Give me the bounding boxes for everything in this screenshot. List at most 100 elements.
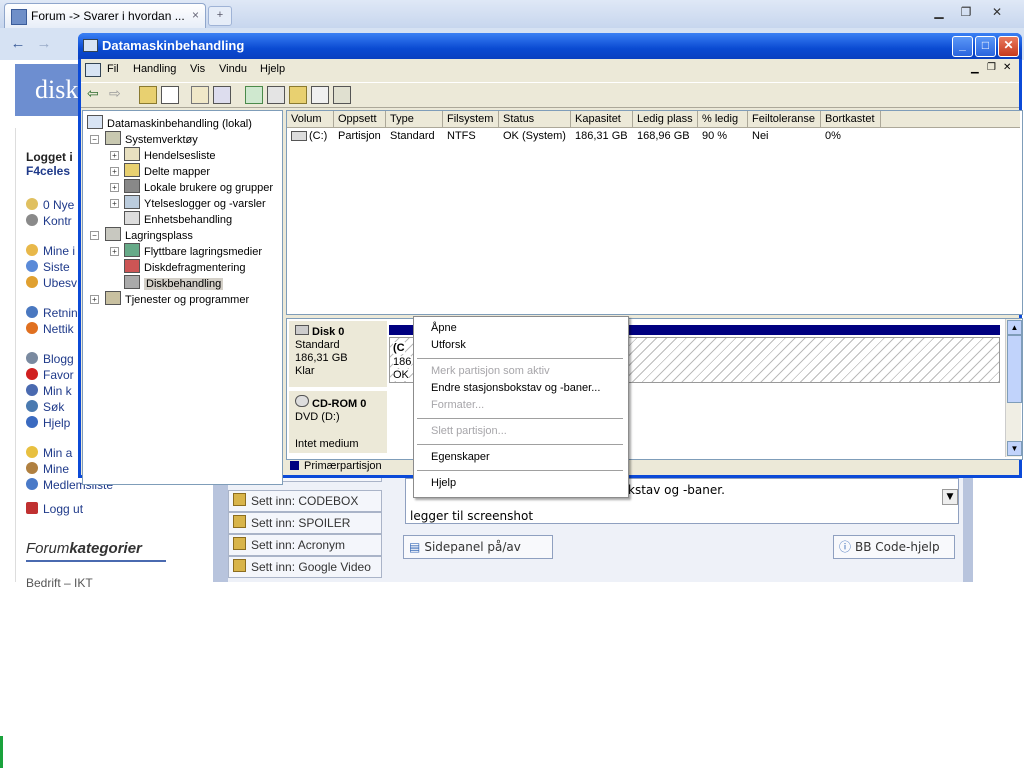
scroll-down-icon[interactable]: ▼ xyxy=(1007,441,1022,456)
open-folder-icon[interactable] xyxy=(289,86,307,104)
sidebar-item-icon xyxy=(26,322,38,334)
sidebar-item[interactable]: Ubesv xyxy=(26,276,77,290)
menu-item-help[interactable]: Hjelp xyxy=(431,477,456,489)
collapse-icon[interactable]: − xyxy=(90,135,99,144)
column-header[interactable]: Ledig plass xyxy=(633,111,698,127)
sidebar-item[interactable]: Min a xyxy=(26,446,72,460)
logout-link[interactable]: Logg ut xyxy=(26,502,83,516)
column-header[interactable]: Filsystem xyxy=(443,111,499,127)
menu-item-open[interactable]: Åpne xyxy=(431,322,457,334)
expand-icon[interactable]: + xyxy=(110,247,119,256)
sidebar-item[interactable]: Mine xyxy=(26,462,69,476)
tree-item-disk-management[interactable]: Diskbehandling xyxy=(124,275,224,290)
menu-vindu[interactable]: Vindu xyxy=(219,63,247,75)
sidebar-item[interactable]: Blogg xyxy=(26,352,74,366)
expand-icon[interactable]: + xyxy=(110,183,119,192)
properties-icon[interactable] xyxy=(191,86,209,104)
export-list-icon[interactable] xyxy=(267,86,285,104)
maximize-button[interactable]: □ xyxy=(975,36,996,57)
tree-item-local-users[interactable]: Lokale brukere og grupper xyxy=(124,179,273,194)
browser-restore-button[interactable]: ❐ xyxy=(953,4,979,22)
sidebar-item[interactable]: Hjelp xyxy=(26,416,70,430)
browser-minimize-button[interactable]: ▁ xyxy=(926,4,952,22)
forward-icon[interactable]: → xyxy=(32,32,56,56)
minimize-button[interactable]: _ xyxy=(952,36,973,57)
show-hide-tree-icon[interactable] xyxy=(161,86,179,104)
tree-item-performance-logs[interactable]: Ytelseslogger og -varsler xyxy=(124,195,266,210)
insert-acronym-button[interactable]: Sett inn: Acronym xyxy=(228,534,382,556)
tree-item-event-viewer[interactable]: Hendelsesliste xyxy=(124,147,216,162)
username-link[interactable]: F4celes xyxy=(26,164,70,178)
categories-underline xyxy=(26,560,166,562)
scroll-up-icon[interactable]: ▲ xyxy=(1007,320,1022,335)
forum-logo[interactable]: disk xyxy=(15,64,85,116)
insert-google-video-button[interactable]: Sett inn: Google Video xyxy=(228,556,382,578)
tree-item-removable-storage[interactable]: Flyttbare lagringsmedier xyxy=(124,243,262,258)
bbcode-help-button[interactable]: ⓘ BB Code-hjelp xyxy=(833,535,955,559)
expand-icon[interactable]: + xyxy=(90,295,99,304)
expand-icon[interactable]: + xyxy=(110,167,119,176)
expand-icon[interactable]: + xyxy=(110,199,119,208)
sidebar-item[interactable]: Kontr xyxy=(26,214,72,228)
column-header[interactable]: Type xyxy=(386,111,443,127)
child-close-button[interactable]: ✕ xyxy=(1003,62,1011,73)
cdrom0-label[interactable]: CD-ROM 0 DVD (D:) Intet medium xyxy=(289,391,387,453)
collapse-icon[interactable]: − xyxy=(90,231,99,240)
sidebar-item[interactable]: Nettik xyxy=(26,322,74,336)
search-icon[interactable] xyxy=(311,86,329,104)
sidepanel-toggle-button[interactable]: ▤ Sidepanel på/av xyxy=(403,535,553,559)
forward-icon[interactable]: ⇨ xyxy=(109,86,125,102)
sidebar-item[interactable]: Siste xyxy=(26,260,70,274)
column-header[interactable]: Kapasitet xyxy=(571,111,633,127)
sidebar-item[interactable]: Søk xyxy=(26,400,64,414)
column-header[interactable]: Bortkastet xyxy=(821,111,881,127)
refresh-icon[interactable] xyxy=(245,86,263,104)
menu-item-explore[interactable]: Utforsk xyxy=(431,339,466,351)
sidebar-item[interactable]: Min k xyxy=(26,384,72,398)
menu-vis[interactable]: Vis xyxy=(190,63,205,75)
up-folder-icon[interactable] xyxy=(139,86,157,104)
sidebar-item[interactable]: Favor xyxy=(26,368,74,382)
back-icon[interactable]: ← xyxy=(6,32,30,56)
editor-scroll-down-icon[interactable]: ▼ xyxy=(942,489,958,505)
tree-item-shared-folders[interactable]: Delte mapper xyxy=(124,163,210,178)
child-minimize-button[interactable]: ▁ xyxy=(971,63,979,74)
menu-fil[interactable]: Fil xyxy=(107,63,119,75)
sidebar-item[interactable]: Retnin xyxy=(26,306,78,320)
disk-pane-scrollbar[interactable]: ▲ ▼ xyxy=(1005,319,1022,457)
back-icon[interactable]: ⇦ xyxy=(87,86,103,102)
tree-item-storage[interactable]: Lagringsplass xyxy=(105,227,193,242)
tree-item-system-tools[interactable]: Systemverktøy xyxy=(105,131,198,146)
expand-icon[interactable]: + xyxy=(110,151,119,160)
tree-item-disk-defrag[interactable]: Diskdefragmentering xyxy=(124,259,246,274)
category-link[interactable]: Bedrift – IKT xyxy=(26,576,93,590)
sidebar-item[interactable]: Mine i xyxy=(26,244,75,258)
menu-handling[interactable]: Handling xyxy=(133,63,176,75)
column-header[interactable]: Volum xyxy=(287,111,334,127)
tree-item-device-manager[interactable]: Enhetsbehandling xyxy=(124,211,232,226)
tab-close-icon[interactable]: × xyxy=(192,8,199,22)
close-button[interactable]: ✕ xyxy=(998,36,1019,57)
scroll-thumb[interactable] xyxy=(1007,335,1022,403)
help-icon[interactable] xyxy=(213,86,231,104)
menu-item-properties[interactable]: Egenskaper xyxy=(431,451,490,463)
insert-spoiler-button[interactable]: Sett inn: SPOILER xyxy=(228,512,382,534)
column-header[interactable]: Feiltoleranse xyxy=(748,111,821,127)
menu-hjelp[interactable]: Hjelp xyxy=(260,63,285,75)
disk0-label[interactable]: Disk 0 Standard 186,31 GB Klar xyxy=(289,321,387,387)
menu-item-change-drive-letter[interactable]: Endre stasjonsbokstav og -baner... xyxy=(431,382,600,394)
insert-codebox-button[interactable]: Sett inn: CODEBOX xyxy=(228,490,382,512)
browser-close-button[interactable]: ✕ xyxy=(984,4,1010,22)
new-tab-button[interactable]: + xyxy=(208,6,232,26)
tree-item-services[interactable]: Tjenester og programmer xyxy=(105,291,249,306)
console-icon[interactable] xyxy=(85,63,101,77)
settings-icon[interactable] xyxy=(333,86,351,104)
column-header[interactable]: Oppsett xyxy=(334,111,386,127)
sidebar-item[interactable]: 0 Nye xyxy=(26,198,74,212)
column-header[interactable]: Status xyxy=(499,111,571,127)
browser-tab[interactable]: Forum -> Svarer i hvordan ... × xyxy=(4,3,206,28)
tree-item-root[interactable]: Datamaskinbehandling (lokal) xyxy=(87,115,252,130)
child-restore-button[interactable]: ❐ xyxy=(987,62,996,73)
column-header[interactable]: % ledig xyxy=(698,111,748,127)
window-title-bar[interactable]: Datamaskinbehandling _ □ ✕ xyxy=(78,33,1022,59)
